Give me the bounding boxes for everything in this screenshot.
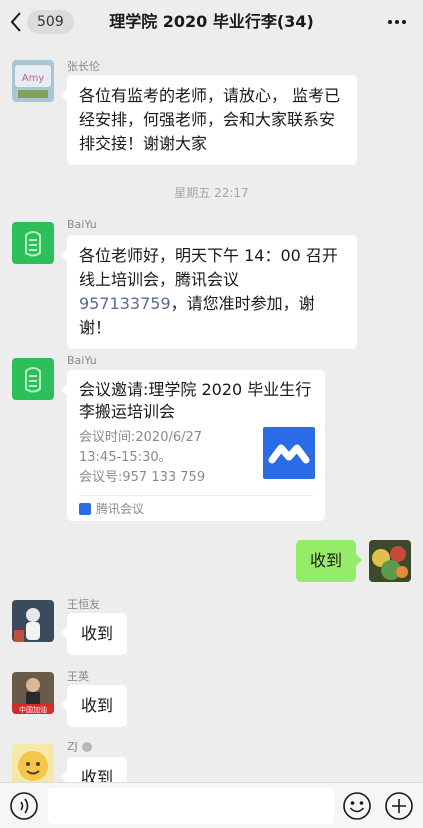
plus-icon (385, 792, 413, 820)
input-bar (0, 782, 423, 828)
chat-title: 理学院 2020 毕业行李(34) (109, 12, 314, 31)
tencent-meeting-logo-icon (263, 427, 315, 479)
meeting-number-link[interactable]: 957133759 (79, 294, 171, 313)
avatar-text: 中国加油 (19, 705, 47, 714)
sender-name: ZJ (67, 740, 92, 753)
emoji-button[interactable] (342, 791, 372, 821)
avatar-baiyu[interactable] (12, 358, 54, 400)
timestamp: 星期五 22:17 (174, 186, 249, 200)
card-title: 会议邀请:理学院 2020 毕业生行李搬运培训会 (79, 380, 312, 421)
avatar-self[interactable] (369, 540, 411, 582)
meeting-id: 会议号:957 133 759 (79, 470, 206, 485)
app-name: 腾讯会议 (96, 502, 145, 516)
message-text: 各位老师好，明天下午 14：00 召开线上培训会，腾讯会议 (79, 246, 338, 289)
message-bubble[interactable]: 各位有监考的老师，请放心， 监考已经安排，何强老师，会和大家联系安排交接！谢谢大… (61, 75, 357, 165)
avatar-wang-hengyou[interactable] (12, 600, 54, 642)
chevron-left-icon (10, 12, 21, 32)
message-input[interactable] (48, 788, 334, 824)
status-dot-icon (81, 741, 92, 752)
sender-name: 王英 (67, 670, 89, 683)
tencent-meeting-mini-icon (79, 502, 91, 515)
meeting-time: 会议时间:2020/6/27 13:45-15:30。 (79, 430, 203, 465)
message-bubble[interactable]: 收到 (61, 685, 127, 727)
message-bubble[interactable]: 收到 (61, 613, 127, 655)
sender-name: 王恒友 (67, 598, 100, 611)
sender-name: 张长伦 (67, 60, 100, 73)
more-dots-icon (388, 20, 406, 24)
self-message-bubble[interactable]: 收到 (296, 540, 362, 582)
avatar-baiyu[interactable] (12, 222, 54, 264)
message-bubble[interactable]: 各位老师好，明天下午 14：00 召开线上培训会，腾讯会议957133759，请… (61, 235, 357, 349)
voice-button[interactable] (9, 791, 39, 821)
emoji-icon (343, 792, 371, 820)
card-description: 会议时间:2020/6/27 13:45-15:30。 会议号:957 133 … (79, 428, 239, 488)
more-button[interactable] (385, 10, 409, 34)
sender-name: BaiYu (67, 218, 97, 231)
avatar-text: Amy (22, 73, 45, 84)
voice-icon (10, 792, 38, 820)
back-button[interactable]: 509 (10, 9, 74, 35)
unread-count-badge: 509 (27, 10, 74, 34)
avatar-zj[interactable] (12, 744, 54, 786)
more-functions-button[interactable] (384, 791, 414, 821)
card-source: 腾讯会议 (79, 495, 313, 521)
avatar-zhang[interactable]: Amy (12, 60, 54, 102)
meeting-invite-card[interactable]: 会议邀请:理学院 2020 毕业生行李搬运培训会 会议时间:2020/6/27 … (61, 370, 325, 521)
avatar-wang-ying[interactable]: 中国加油 (12, 672, 54, 714)
sender-name: BaiYu (67, 354, 97, 367)
sender-name-text: ZJ (67, 740, 78, 753)
chat-header: 509 理学院 2020 毕业行李(34) (0, 0, 423, 44)
